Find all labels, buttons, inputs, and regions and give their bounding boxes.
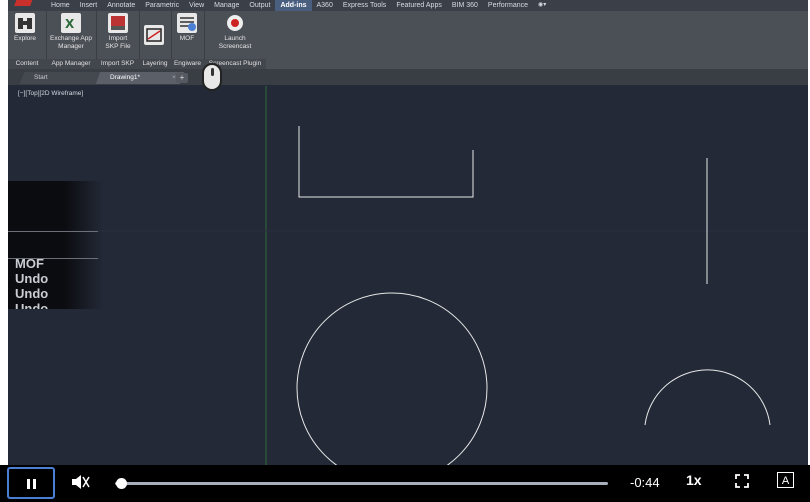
group-layering: Layering [139,11,172,69]
history-item: Undo [15,286,49,301]
svg-text:X: X [65,17,75,31]
command-history: MOF Undo Undo Undo [8,181,103,309]
drawing-geometry [8,86,808,465]
group-screencast: Launch Screencast Screencast Plugin [204,11,266,69]
circle-shape [296,292,488,465]
tab-performance[interactable]: Performance [483,0,533,11]
progress-track[interactable] [115,482,608,485]
tab-manage[interactable]: Manage [209,0,244,11]
progress-thumb[interactable] [115,478,127,489]
tab-home[interactable]: Home [46,0,75,11]
arc-shape [644,369,771,426]
captions-button[interactable]: A [777,472,794,488]
history-item: Undo [15,271,49,286]
import-skp-button[interactable]: Import SKP File [102,13,134,51]
menu-bar: Home Insert Annotate Parametric View Man… [8,0,808,11]
pause-button[interactable] [7,467,55,499]
exchange-app-manager-button[interactable]: X Exchange App Manager [50,13,92,51]
start-tab[interactable]: Start [19,72,109,84]
record-icon [225,13,245,33]
tab-parametric[interactable]: Parametric [140,0,184,11]
exchange-icon: X [61,13,81,33]
ribbon-tabs: Home Insert Annotate Parametric View Man… [46,0,551,11]
import-skp-icon [108,13,128,33]
tab-a360[interactable]: A360 [312,0,338,11]
tab-view[interactable]: View [184,0,209,11]
video-frame: Home Insert Annotate Parametric View Man… [0,0,810,502]
drawing-canvas[interactable] [8,86,808,465]
tab-featured-apps[interactable]: Featured Apps [391,0,447,11]
video-controls: -0:44 1x A [0,465,810,502]
mof-icon [177,13,197,33]
fullscreen-icon[interactable] [735,474,749,488]
layering-button[interactable] [144,25,164,45]
explore-button[interactable]: Explore [14,13,36,43]
group-import-skp: Import SKP File Import SKP [96,11,140,69]
tab-express-tools[interactable]: Express Tools [338,0,391,11]
history-item: Undo [15,301,49,309]
file-tab-bar: Start Drawing1* × + [8,69,808,85]
binoculars-icon [15,13,36,33]
layering-icon [144,25,164,45]
divider [8,231,98,232]
viewport-controls[interactable]: [−][Top][2D Wireframe] [18,90,83,97]
history-item: MOF [15,256,44,271]
group-engiware: MOF Engiware [171,11,205,69]
autocad-window: Home Insert Annotate Parametric View Man… [8,0,808,465]
tab-insert[interactable]: Insert [75,0,103,11]
drawing-tab[interactable]: Drawing1* × [95,72,185,84]
tab-add-ins[interactable]: Add-ins [275,0,312,11]
mof-button[interactable]: MOF [177,13,197,43]
ribbon-options-icon[interactable]: ◉▾ [533,0,551,11]
tab-annotate[interactable]: Annotate [102,0,140,11]
playback-rate-button[interactable]: 1x [686,472,702,488]
group-content: Explore Content [8,11,47,69]
launch-screencast-button[interactable]: Launch Screencast [216,13,254,51]
mute-icon[interactable] [70,473,90,491]
ribbon-panel: Explore Content X Exchange App Manager A… [8,11,808,69]
app-logo-icon[interactable] [8,0,36,11]
new-tab-button[interactable]: + [176,73,188,83]
tab-output[interactable]: Output [244,0,275,11]
group-app-manager: X Exchange App Manager App Manager [46,11,97,69]
polyline-shape [298,126,474,198]
mouse-click-icon [202,63,222,91]
time-remaining: -0:44 [630,475,660,490]
tab-bim360[interactable]: BIM 360 [447,0,483,11]
